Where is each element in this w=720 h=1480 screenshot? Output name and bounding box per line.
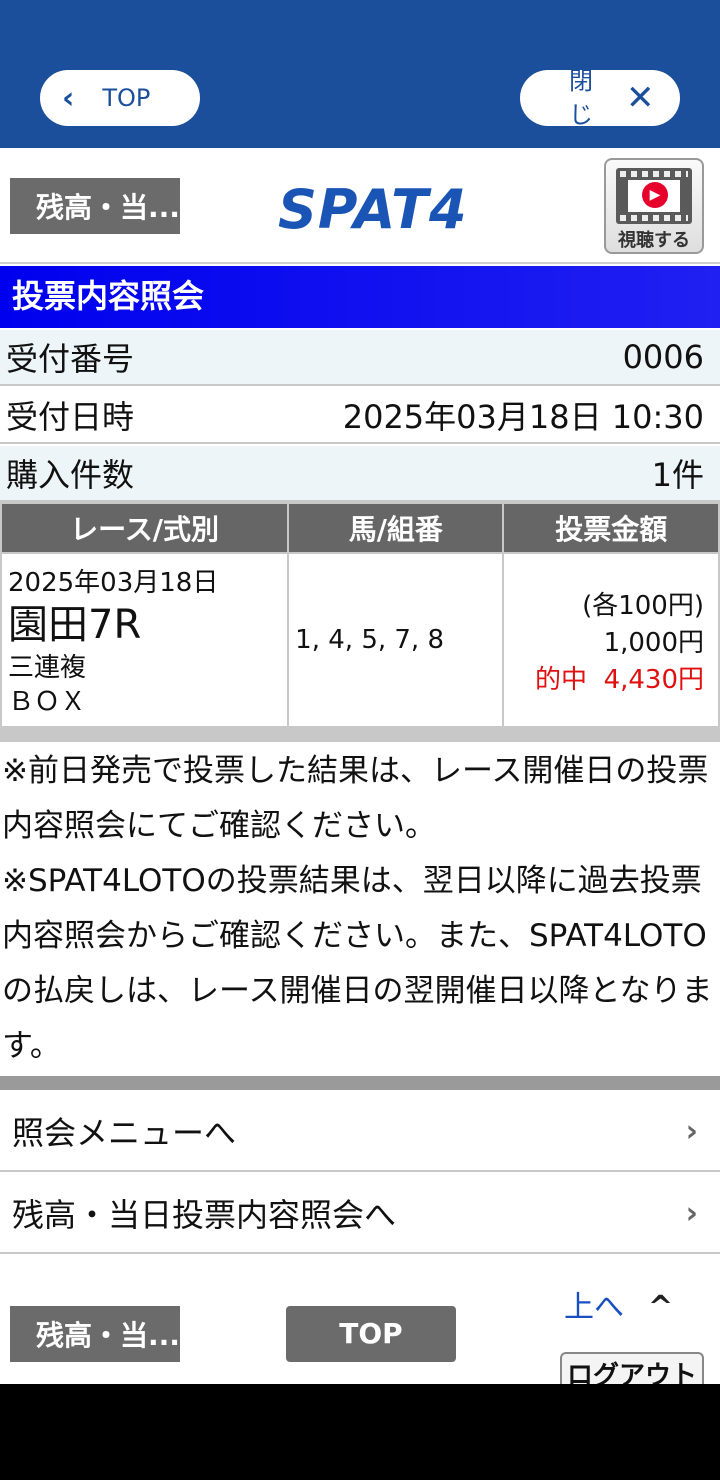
back-balance-label: 残高・当... [36,191,180,224]
hit-amount: 4,430円 [603,664,704,695]
divider [0,728,720,742]
watch-label: 視聴する [618,230,690,251]
bet-method: ＢＯＸ [8,686,87,717]
back-balance-button-body: 残高・当... [10,178,180,234]
purchase-count-label: 購入件数 [6,456,135,494]
note-previous-day: ※前日発売で投票した結果は、レース開催日の投票内容照会にてご確認ください。 [2,753,709,844]
top-button-label: TOP [102,84,151,112]
numbers-cell: 1, 4, 5, 7, 8 [287,552,505,728]
site-header: 残高・当... SPAT4 ▶ 視聴する [0,148,720,264]
receipt-datetime-row: 受付日時 2025年03月18日 10:30 [0,388,720,444]
header-amount: 投票金額 [502,502,720,554]
balance-inquiry-link[interactable]: 残高・当日投票内容照会へ › [0,1174,720,1254]
header-numbers: 馬/組番 [287,502,505,554]
receipt-number-label: 受付番号 [6,340,135,378]
inquiry-menu-label: 照会メニューへ [12,1114,237,1152]
table-row: 2025年03月18日 園田7R 三連複 ＢＯＸ 1, 4, 5, 7, 8 (… [0,552,720,728]
receipt-number-row: 受付番号 0006 [0,330,720,386]
bet-table-header: レース/式別 馬/組番 投票金額 [0,502,720,554]
notes: ※前日発売で投票した結果は、レース開催日の投票内容照会にてご確認ください。 ※S… [0,744,720,1074]
total-amount: 1,000円 [603,627,704,658]
race-cell: 2025年03月18日 園田7R 三連複 ＢＯＸ [0,552,290,728]
race-date: 2025年03月18日 [8,567,219,598]
chevron-right-icon: › [685,1195,698,1231]
page-title: 投票内容照会 [0,266,720,328]
amount-cell: (各100円) 1,000円 的中 4,430円 [502,552,720,728]
inquiry-menu-link[interactable]: 照会メニューへ › [0,1092,720,1172]
close-icon: ✕ [626,78,655,118]
footer-top-button[interactable]: TOP [286,1306,456,1362]
spat4-logo[interactable]: SPAT4 [278,178,468,241]
page-viewport: ‹ TOP 閉じる ✕ 残高・当... SPAT4 ▶ 視聴する 投票内容照会 … [0,0,720,1384]
watch-button[interactable]: ▶ 視聴する [604,158,704,254]
bet-type: 三連複 [8,652,87,683]
chevron-right-icon: › [685,1113,698,1149]
horse-numbers: 1, 4, 5, 7, 8 [295,625,444,655]
video-play-icon: ▶ [616,168,692,224]
note-loto: ※SPAT4LOTOの投票結果は、翌日以降に過去投票内容照会からご確認ください。… [2,863,713,1064]
bet-table: レース/式別 馬/組番 投票金額 2025年03月18日 園田7R 三連複 ＢＯ… [0,502,720,728]
balance-inquiry-label: 残高・当日投票内容照会へ [12,1196,397,1234]
scroll-up-label: 上へ [564,1290,624,1325]
top-button[interactable]: ‹ TOP [40,70,200,126]
hit-line: 的中 4,430円 [504,659,704,696]
unit-amount: (各100円) [582,590,704,621]
hit-label: 的中 [535,664,588,695]
scroll-up-link[interactable]: 上へ ^ [564,1282,673,1326]
receipt-datetime-label: 受付日時 [6,398,135,436]
race-venue: 園田7R [8,601,142,648]
close-button-label: 閉じる [569,70,593,126]
purchase-count-row: 購入件数 1件 [0,446,720,502]
purchase-count-value: 1件 [651,456,704,494]
receipt-datetime-value: 2025年03月18日 10:30 [342,398,704,436]
divider [0,1076,720,1090]
logout-button[interactable]: ログアウト [560,1352,704,1384]
header-race: レース/式別 [0,502,290,554]
top-bar: ‹ TOP 閉じる ✕ [0,0,720,148]
close-button[interactable]: 閉じる ✕ [520,70,680,126]
footer-back-balance-label: 残高・当... [36,1319,180,1352]
receipt-number-value: 0006 [622,338,704,376]
chevron-up-icon: ^ [648,1290,674,1325]
footer-back-balance-body: 残高・当... [10,1306,180,1362]
chevron-left-icon: ‹ [62,80,75,116]
